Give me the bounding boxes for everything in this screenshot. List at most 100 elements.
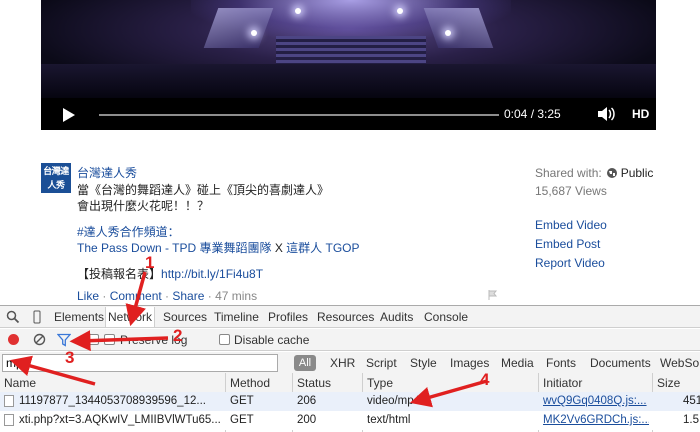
filter-type-fonts[interactable]: Fonts	[546, 356, 576, 370]
avatar[interactable]: 台灣達人秀	[41, 163, 71, 193]
col-initiator[interactable]: Initiator	[543, 376, 582, 390]
post-text-line: 當《台灣的舞蹈達人》碰上《頂尖的喜劇達人》	[77, 183, 330, 197]
separator: ·	[204, 289, 216, 303]
filter-type-xhr[interactable]: XHR	[330, 356, 355, 370]
col-size[interactable]: Size	[657, 376, 680, 390]
tab-resources[interactable]: Resources	[317, 310, 374, 324]
hd-button[interactable]: HD	[632, 107, 649, 121]
request-method: GET	[230, 395, 254, 407]
disable-cache-label: Disable cache	[234, 333, 310, 347]
post-text-line: 會出現什麼火花呢！！？	[77, 199, 210, 213]
shared-with-value: Public	[620, 166, 654, 180]
globe-icon	[606, 168, 617, 178]
play-icon[interactable]	[63, 108, 75, 122]
hashtag-link[interactable]: #達人秀合作頻道：	[77, 223, 180, 240]
filter-type-script[interactable]: Script	[366, 356, 397, 370]
post-links-line: The Pass Down - TPD 專業舞蹈團隊 X 這群人 TGOP	[77, 239, 360, 256]
flag-icon[interactable]	[488, 290, 498, 300]
avatar-text: 台灣達人秀	[43, 166, 69, 190]
post-actions: Like · Comment · Share · 47 mins	[77, 289, 257, 303]
tab-console[interactable]: Console	[424, 310, 468, 324]
table-row[interactable]: xti.php?xt=3.AQKwIV_LMIIBVlWTu65... GET …	[0, 411, 700, 430]
annotation-number: 4	[480, 370, 490, 389]
partner-link[interactable]: 這群人 TGOP	[286, 241, 359, 255]
group-link[interactable]: The Pass Down - TPD 專業舞蹈團隊	[77, 241, 272, 255]
embed-video-link[interactable]: Embed Video	[535, 218, 607, 232]
filter-type-websockets[interactable]: WebSo	[660, 356, 699, 370]
clear-icon[interactable]	[33, 333, 46, 346]
tab-profiles[interactable]: Profiles	[268, 310, 308, 324]
request-method: GET	[230, 414, 254, 426]
record-icon[interactable]	[8, 334, 19, 345]
devtools-tabbar: Elements Network Sources Timeline Profil…	[0, 306, 700, 328]
filter-bar: All XHR Script Style Images Media Fonts …	[0, 352, 700, 374]
separator: ·	[99, 289, 110, 303]
file-icon	[4, 414, 14, 426]
col-method[interactable]: Method	[230, 376, 270, 390]
network-table-header: Name Method Status Type Initiator Size	[0, 373, 700, 393]
tab-elements[interactable]: Elements	[54, 310, 104, 324]
preserve-log-checkbox[interactable]	[104, 334, 115, 345]
like-link[interactable]: Like	[77, 289, 99, 303]
request-type: video/mp4	[367, 395, 421, 407]
report-video-link[interactable]: Report Video	[535, 256, 605, 270]
submit-url-link[interactable]: http://bit.ly/1Fi4u8T	[161, 267, 263, 281]
channel-name[interactable]: 台灣達人秀	[77, 164, 137, 181]
progress-bar[interactable]	[99, 114, 499, 116]
comment-link[interactable]: Comment	[110, 289, 162, 303]
volume-icon[interactable]	[597, 107, 615, 121]
tab-network[interactable]: Network	[105, 307, 156, 327]
tab-sources[interactable]: Sources	[163, 310, 207, 324]
col-type[interactable]: Type	[367, 376, 393, 390]
disable-cache-checkbox[interactable]	[219, 334, 230, 345]
request-size: 1.5	[683, 414, 699, 426]
device-mode-icon[interactable]	[30, 310, 44, 324]
spotlight	[295, 8, 301, 14]
request-status: 200	[297, 414, 317, 426]
tab-timeline[interactable]: Timeline	[214, 310, 259, 324]
stage-floor	[41, 64, 656, 98]
video-player[interactable]: 0:04 / 3:25 HD	[41, 0, 656, 130]
filter-icon[interactable]	[57, 333, 71, 347]
annotation-number: 3	[65, 348, 75, 367]
annotation-number: 2	[173, 326, 183, 345]
share-link[interactable]: Share	[172, 289, 204, 303]
request-size: 451	[683, 395, 700, 407]
table-row[interactable]: 11197877_1344053708939596_12... GET 206 …	[0, 392, 700, 411]
filter-type-images[interactable]: Images	[450, 356, 489, 370]
spotlight	[445, 30, 451, 36]
filter-input[interactable]	[2, 354, 278, 372]
request-initiator[interactable]: MK2Vv6GRDCh.js:...	[543, 414, 649, 426]
submit-line: 【投稿報名表】http://bit.ly/1Fi4u8T	[77, 265, 263, 282]
spotlight	[251, 30, 257, 36]
col-status[interactable]: Status	[297, 376, 331, 390]
time-display: 0:04 / 3:25	[504, 107, 561, 121]
inspect-search-icon[interactable]	[6, 310, 20, 324]
separator: ·	[161, 289, 173, 303]
filter-type-all[interactable]: All	[294, 355, 316, 371]
view-toggle-icon[interactable]	[88, 334, 99, 345]
request-name: 11197877_1344053708939596_12...	[19, 395, 206, 407]
shared-with: Shared with: Public	[535, 166, 653, 180]
col-name[interactable]: Name	[4, 376, 36, 390]
view-count: 15,687 Views	[535, 184, 607, 198]
shared-with-label: Shared with:	[535, 166, 602, 180]
video-controls: 0:04 / 3:25 HD	[41, 98, 656, 130]
filter-type-style[interactable]: Style	[410, 356, 437, 370]
filter-type-documents[interactable]: Documents	[590, 356, 651, 370]
request-name: xti.php?xt=3.AQKwIV_LMIIBVlWTu65...	[19, 414, 221, 426]
video-frame[interactable]	[41, 0, 656, 98]
x-separator: X	[271, 241, 287, 255]
spotlight	[397, 8, 403, 14]
network-toolbar: Preserve log Disable cache	[0, 329, 700, 351]
request-initiator[interactable]: wvQ9Gq0408Q.js:...	[543, 395, 649, 407]
request-type: text/html	[367, 414, 411, 426]
request-status: 206	[297, 395, 317, 407]
filter-type-media[interactable]: Media	[501, 356, 534, 370]
file-icon	[4, 395, 14, 407]
post-age: 47 mins	[215, 289, 258, 303]
annotation-number: 1	[145, 253, 155, 272]
tab-audits[interactable]: Audits	[380, 310, 413, 324]
embed-post-link[interactable]: Embed Post	[535, 237, 600, 251]
stage-steps	[276, 36, 426, 64]
